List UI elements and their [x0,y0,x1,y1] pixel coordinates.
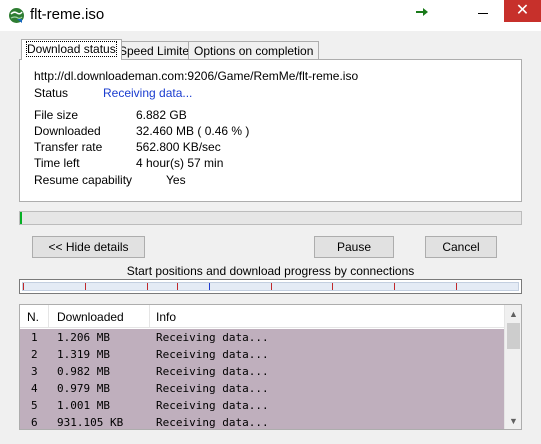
cell-info: Receiving data... [156,348,269,361]
cell-n: 1 [31,331,38,344]
downloaded-label: Downloaded [34,124,101,138]
status-label: Status [34,86,69,100]
cell-n: 3 [31,365,38,378]
cell-downloaded: 931.105 KB [57,416,124,429]
overall-progress-bar [19,211,522,225]
table-row[interactable]: 5 1.001 MB Receiving data... [20,397,504,414]
file-size-value: 6.882 GB [136,108,187,122]
resume-capability-label: Resume capability [34,173,133,187]
connection-start-marker [209,283,210,290]
cell-downloaded: 1.206 MB [57,331,110,344]
app-globe-icon [8,7,25,24]
resume-capability-value: Yes [166,173,186,187]
minimize-icon [478,12,488,14]
cancel-button[interactable]: Cancel [425,236,497,258]
cell-n: 2 [31,348,38,361]
status-value: Receiving data... [103,86,193,100]
column-header-downloaded[interactable]: Downloaded [57,305,124,328]
download-window: flt-reme.iso ✕ Download status Speed Lim… [0,0,541,444]
cell-downloaded: 1.319 MB [57,348,110,361]
list-header: N. Downloaded Info [20,305,504,328]
cell-downloaded: 0.982 MB [57,365,110,378]
close-icon: ✕ [515,2,530,19]
time-left-label: Time left [34,156,80,170]
transfer-rate-value: 562.800 KB/sec [136,140,221,154]
connections-title: Start positions and download progress by… [126,264,415,278]
transfer-rate-label: Transfer rate [34,140,103,154]
column-separator[interactable] [48,305,49,328]
cell-n: 4 [31,382,38,395]
connection-start-marker [85,283,86,290]
progress-fill [20,212,22,224]
cell-info: Receiving data... [156,331,269,344]
download-url: http://dl.downloademan.com:9206/Game/Rem… [34,69,359,83]
cell-n: 6 [31,416,38,429]
connection-start-marker [332,283,333,290]
table-row[interactable]: 2 1.319 MB Receiving data... [20,346,504,363]
connections-list[interactable]: N. Downloaded Info 1 1.206 MB Receiving da… [19,304,522,430]
close-button[interactable]: ✕ [504,0,541,22]
cell-info: Receiving data... [156,399,269,412]
cell-n: 5 [31,399,38,412]
cell-info: Receiving data... [156,365,269,378]
window-title: flt-reme.iso [30,6,105,23]
tab-speed-limiter[interactable]: Speed Limiter [113,41,200,60]
cell-info: Receiving data... [156,382,269,395]
column-separator[interactable] [149,305,150,328]
connection-start-marker [147,283,148,290]
title-bar[interactable]: flt-reme.iso ✕ [0,0,541,31]
download-status-panel: http://dl.downloademan.com:9206/Game/Rem… [19,59,522,202]
connection-start-marker [271,283,272,290]
scroll-down-icon[interactable]: ▼ [505,412,521,429]
table-row[interactable]: 6 931.105 KB Receiving data... [20,414,504,429]
tab-label: Speed Limiter [119,44,194,58]
connection-start-marker [23,283,24,290]
tab-label: Download status [26,41,117,57]
hide-details-button[interactable]: << Hide details [32,236,145,258]
tab-download-status[interactable]: Download status [21,39,122,60]
scroll-up-icon[interactable]: ▲ [505,305,521,322]
connection-start-marker [394,283,395,290]
scroll-thumb[interactable] [507,323,520,349]
connection-start-marker [456,283,457,290]
tab-options-on-completion[interactable]: Options on completion [188,41,320,60]
connections-track [22,282,519,291]
cell-info: Receiving data... [156,416,269,429]
table-row[interactable]: 1 1.206 MB Receiving data... [20,329,504,346]
file-size-label: File size [34,108,79,122]
column-header-n[interactable]: N. [27,305,39,328]
downloaded-value: 32.460 MB ( 0.46 % ) [136,124,250,138]
connection-start-marker [177,283,178,290]
pause-button[interactable]: Pause [314,236,394,258]
minimize-button[interactable] [468,0,498,24]
table-row[interactable]: 3 0.982 MB Receiving data... [20,363,504,380]
table-row[interactable]: 4 0.979 MB Receiving data... [20,380,504,397]
column-header-info[interactable]: Info [156,305,176,328]
arrow-right-icon[interactable] [411,0,433,24]
list-body: 1 1.206 MB Receiving data... 2 1.319 MB Recei… [20,329,504,429]
cell-downloaded: 0.979 MB [57,382,110,395]
time-left-value: 4 hour(s) 57 min [136,156,224,170]
vertical-scrollbar[interactable]: ▲ ▼ [504,305,521,429]
tab-label: Options on completion [194,44,314,58]
cell-downloaded: 1.001 MB [57,399,110,412]
connections-progress-bar [19,279,522,294]
